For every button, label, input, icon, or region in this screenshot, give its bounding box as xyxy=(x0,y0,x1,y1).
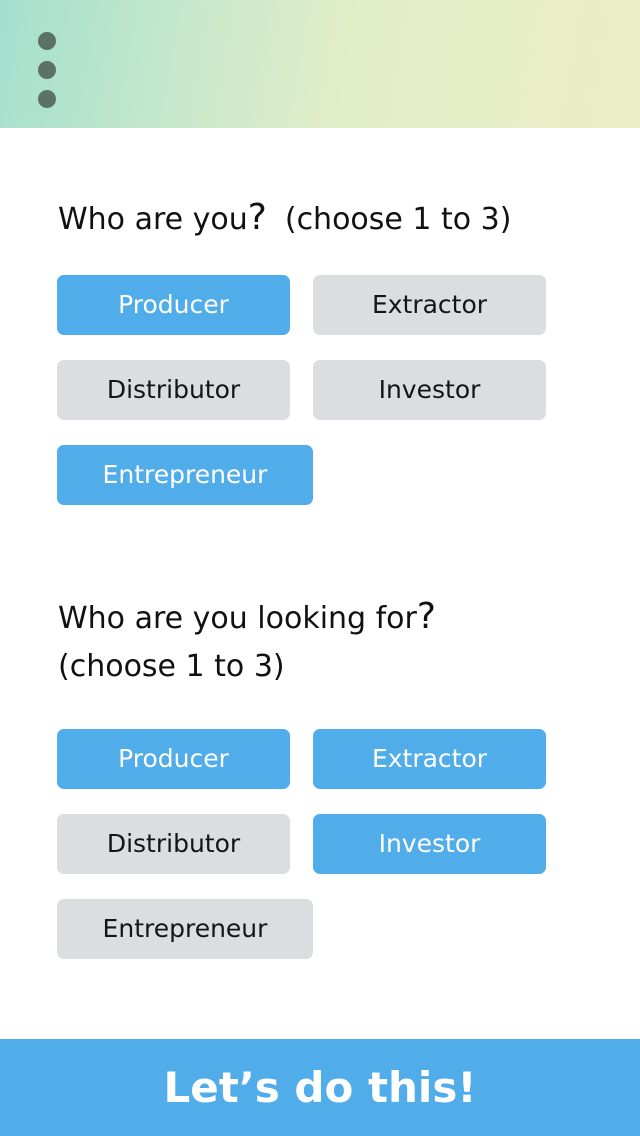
menu-dot xyxy=(38,90,56,108)
question-text: Who are you xyxy=(58,202,248,237)
self-option-producer[interactable]: Producer xyxy=(57,275,290,335)
question-hint: (choose 1 to 3) xyxy=(284,202,512,237)
target-option-investor[interactable]: Investor xyxy=(313,814,546,874)
target-option-distributor[interactable]: Distributor xyxy=(57,814,290,874)
menu-dot xyxy=(38,61,56,79)
header-bar xyxy=(0,0,640,128)
target-option-entrepreneur[interactable]: Entrepreneur xyxy=(57,899,313,959)
menu-dot xyxy=(38,32,56,50)
question-mark: ? xyxy=(247,197,267,238)
question-hint: (choose 1 to 3) xyxy=(58,649,285,684)
target-option-producer[interactable]: Producer xyxy=(57,729,290,789)
looking-for-question: Who are you looking for? (choose 1 to 3) xyxy=(58,593,598,691)
self-option-investor[interactable]: Investor xyxy=(313,360,546,420)
question-text: Who are you looking for xyxy=(58,601,417,636)
who-are-you-question: Who are you? (choose 1 to 3) xyxy=(58,194,598,244)
self-option-distributor[interactable]: Distributor xyxy=(57,360,290,420)
self-option-extractor[interactable]: Extractor xyxy=(313,275,546,335)
question-mark: ? xyxy=(416,596,436,637)
self-option-entrepreneur[interactable]: Entrepreneur xyxy=(57,445,313,505)
target-option-extractor[interactable]: Extractor xyxy=(313,729,546,789)
lets-do-this-button[interactable]: Let’s do this! xyxy=(0,1039,640,1136)
menu-button[interactable] xyxy=(28,26,66,114)
